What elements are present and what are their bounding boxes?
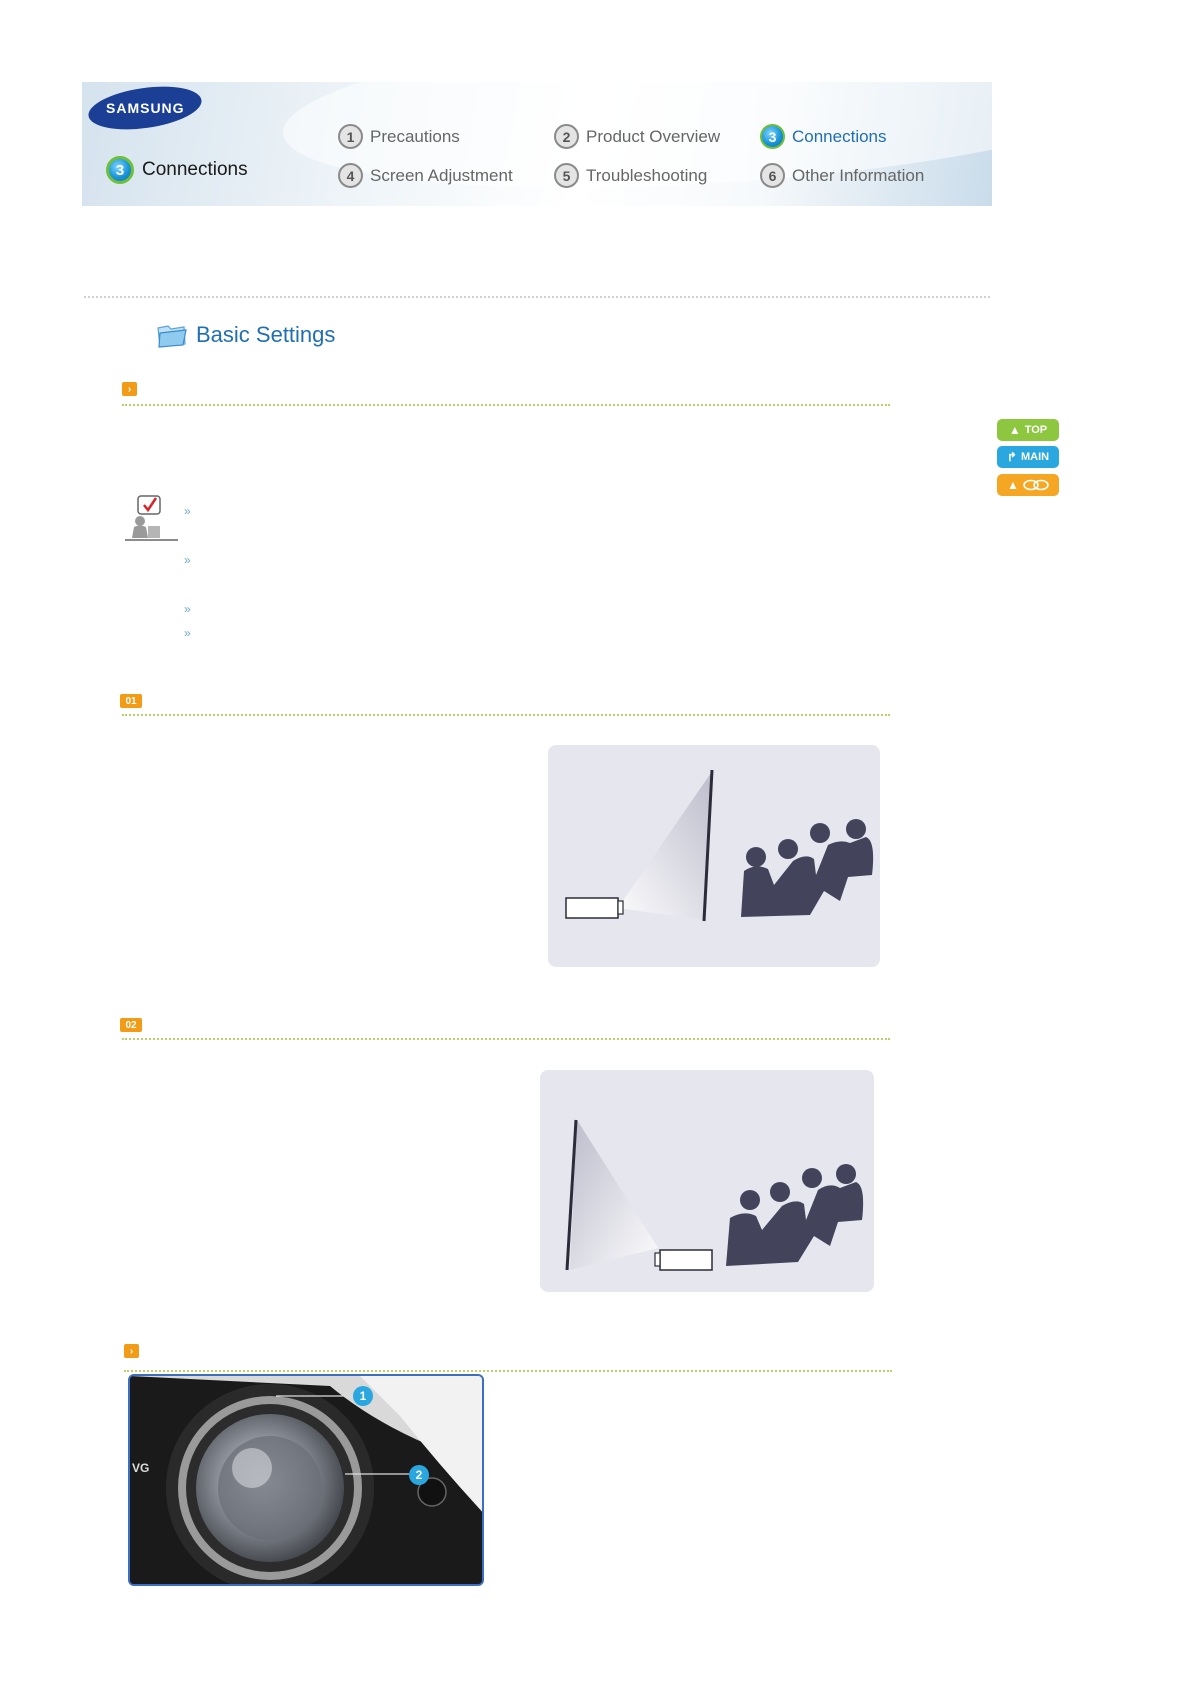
folder-icon xyxy=(157,325,187,348)
nav-number-icon: 2 xyxy=(554,124,579,149)
callout-2-icon: 2 xyxy=(409,1465,429,1485)
nav-label: Troubleshooting xyxy=(586,165,708,185)
front-projection-diagram xyxy=(565,769,874,922)
section-divider xyxy=(122,1038,890,1040)
bullet-arrow-icon: » xyxy=(184,553,191,567)
header-banner: SAMSUNG 3 Connections 1 Precautions 2 Pr… xyxy=(82,82,992,206)
nav-number-icon: 1 xyxy=(338,124,363,149)
top-button-label: TOP xyxy=(1024,424,1048,436)
chain-link-icon xyxy=(1023,479,1049,491)
rear-projection-diagram xyxy=(565,1119,864,1271)
section-badge-01: 01 xyxy=(120,694,142,708)
current-section-label: Connections xyxy=(142,159,248,180)
nav-troubleshooting[interactable]: 5 Troubleshooting xyxy=(554,163,707,188)
arrow-up-icon: ▲ xyxy=(1008,423,1021,437)
front-projection-illustration xyxy=(548,745,880,967)
page-title: Basic Settings xyxy=(156,322,335,348)
callout-1-icon: 1 xyxy=(353,1386,373,1406)
nav-label: Precautions xyxy=(370,126,460,146)
section-divider xyxy=(124,1370,892,1372)
bullet-arrow-icon: » xyxy=(184,504,191,518)
current-section: 3 Connections xyxy=(106,156,248,184)
bullet-arrow-icon: » xyxy=(184,626,191,640)
nav-screen-adjustment[interactable]: 4 Screen Adjustment xyxy=(338,163,513,188)
main-button-label: MAIN xyxy=(1020,451,1050,463)
main-button[interactable]: ↱ MAIN xyxy=(997,446,1059,468)
header-divider xyxy=(84,296,990,298)
lens-diagram: VG xyxy=(130,1376,482,1584)
arrow-up-icon: ▲ xyxy=(1007,478,1019,492)
samsung-logo: SAMSUNG xyxy=(85,82,205,136)
bullet-arrow-icon: » xyxy=(184,602,191,616)
nav-number-icon: 3 xyxy=(760,124,785,149)
nav-number-icon: 4 xyxy=(338,163,363,188)
previous-page-button[interactable]: ▲ xyxy=(997,474,1059,496)
nav-precautions[interactable]: 1 Precautions xyxy=(338,124,460,149)
top-button[interactable]: ▲ TOP xyxy=(997,419,1059,441)
current-section-number-icon: 3 xyxy=(106,156,134,184)
nav-label: Screen Adjustment xyxy=(370,165,513,185)
nav-number-icon: 6 xyxy=(760,163,785,188)
logo-text: SAMSUNG xyxy=(105,100,185,116)
section-divider xyxy=(122,714,890,716)
arrow-turn-icon: ↱ xyxy=(1006,450,1017,464)
nav-other-information[interactable]: 6 Other Information xyxy=(760,163,924,188)
lens-photo: VG 1 2 xyxy=(128,1374,484,1586)
nav-number-icon: 5 xyxy=(554,163,579,188)
nav-connections[interactable]: 3 Connections xyxy=(760,124,887,149)
page-title-text: Basic Settings xyxy=(196,322,336,347)
nav-label: Other Information xyxy=(792,165,925,185)
svg-text:VG: VG xyxy=(132,1461,149,1475)
section-badge-02: 02 xyxy=(120,1018,142,1032)
nav-product-overview[interactable]: 2 Product Overview xyxy=(554,124,720,149)
nav-label: Connections xyxy=(792,126,887,146)
rear-projection-illustration xyxy=(540,1070,874,1292)
section-divider xyxy=(122,404,890,406)
section-arrow-icon: › xyxy=(122,382,137,396)
note-icon xyxy=(125,495,178,541)
nav-label: Product Overview xyxy=(586,126,721,146)
section-arrow-icon: › xyxy=(124,1344,139,1358)
